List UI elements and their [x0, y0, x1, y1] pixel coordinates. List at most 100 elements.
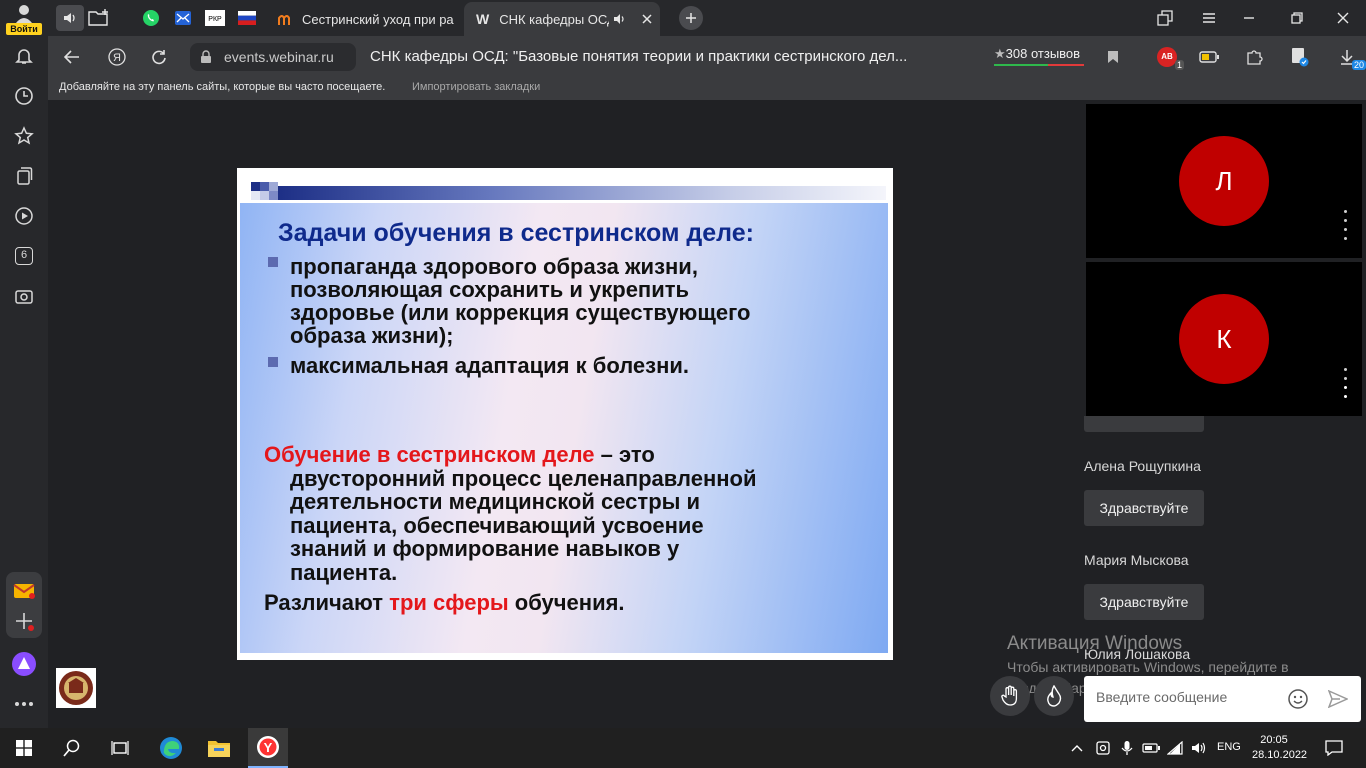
tray-microphone-button[interactable] [1116, 734, 1138, 762]
pinned-tab-ru[interactable] [236, 7, 258, 29]
rating-bar [994, 64, 1084, 66]
import-bookmarks-link[interactable]: Импортировать закладки [412, 81, 540, 93]
raise-hand-button[interactable] [990, 676, 1030, 716]
tray-camera-button[interactable] [1092, 734, 1114, 762]
history-button[interactable] [8, 80, 40, 112]
reviews-link[interactable]: ★308 отзывов [994, 46, 1084, 66]
search-icon [63, 739, 80, 757]
url-text: events.webinar.ru [224, 49, 334, 65]
minimize-button[interactable] [1238, 7, 1260, 29]
address-bar[interactable]: events.webinar.ru [190, 43, 356, 71]
russia-flag-icon [238, 11, 256, 25]
bullet-marker [268, 357, 278, 367]
more-button[interactable] [8, 688, 40, 720]
video-button[interactable] [8, 200, 40, 232]
site-favicon-icon [278, 15, 290, 25]
clock-date: 28.10.2022 [1252, 749, 1308, 761]
pinned-tab-mail[interactable] [172, 7, 194, 29]
send-icon[interactable] [1328, 690, 1348, 708]
tray-volume-button[interactable] [1188, 734, 1210, 762]
emoji-icon[interactable] [1287, 688, 1309, 710]
login-label: Войти [6, 23, 42, 35]
alice-button[interactable] [8, 648, 40, 680]
participant-avatar: К [1179, 294, 1269, 384]
reactions-button[interactable] [1034, 676, 1074, 716]
system-clock[interactable]: 20:05 28.10.2022 [1252, 733, 1308, 763]
activation-watermark-title: Активация Windows [1007, 633, 1183, 654]
tabs-stack-icon [1157, 10, 1173, 26]
speaker-icon [64, 13, 75, 23]
chat-message: Здравствуйте [1084, 490, 1204, 526]
bullet-2: максимальная адаптация к болезни. [290, 353, 690, 378]
definition-line-5: знаний и формирование навыков у [290, 536, 680, 561]
input-language[interactable]: ENG [1217, 741, 1241, 753]
yandex-browser-taskbar-icon[interactable]: Y [248, 728, 288, 768]
lock-icon [201, 50, 211, 63]
menu-button[interactable] [1198, 7, 1220, 29]
battery-icon [1199, 51, 1219, 63]
extensions-button[interactable] [1242, 44, 1268, 70]
tabs-list-button[interactable] [1154, 7, 1176, 29]
folder-icon [208, 741, 230, 757]
adblock-extension[interactable]: AB 1 [1152, 44, 1184, 70]
participant-avatar: Л [1179, 136, 1269, 226]
tab-speaker-icon[interactable] [613, 13, 627, 25]
new-tab-group-button[interactable] [88, 7, 110, 29]
bookmarks-button[interactable] [8, 120, 40, 152]
bullet-marker [268, 257, 278, 267]
add-app-icon[interactable] [13, 610, 35, 632]
edge-taskbar-icon[interactable] [157, 734, 185, 762]
clock-time: 20:05 [1260, 734, 1288, 746]
decor-square [269, 182, 278, 191]
yandex-home-button[interactable]: Я [104, 44, 130, 70]
pinned-tab-rkp[interactable]: РКР [204, 7, 226, 29]
tabs-counter-button[interactable]: 6 [8, 240, 40, 272]
tile-menu-icon[interactable] [1344, 210, 1350, 246]
pinned-tab-whatsapp[interactable] [140, 7, 162, 29]
explorer-taskbar-icon[interactable] [205, 734, 233, 762]
close-window-button[interactable] [1332, 7, 1354, 29]
show-hidden-icons-button[interactable] [1066, 734, 1088, 762]
bookmark-page-button[interactable] [1100, 44, 1126, 70]
webinar-favicon-icon: W [476, 11, 490, 27]
tab-nursing-care[interactable]: Сестринский уход при ра [268, 2, 454, 36]
security-extension-button[interactable] [1286, 44, 1312, 70]
star-icon [14, 126, 34, 145]
adblock-count: 1 [1174, 60, 1184, 70]
tab-title: СНК кафедры ОСД: [499, 11, 610, 27]
chat-message-input[interactable] [1096, 689, 1286, 705]
close-tab-icon[interactable] [641, 13, 653, 25]
reload-button[interactable] [146, 44, 172, 70]
back-button[interactable] [59, 44, 85, 70]
collections-button[interactable] [8, 160, 40, 192]
definition-line-3: деятельности медицинской сестры и [290, 489, 701, 514]
chevron-up-icon [1071, 745, 1083, 752]
task-view-button[interactable] [106, 734, 134, 762]
search-button[interactable] [58, 734, 86, 762]
chat-input-box [1084, 676, 1361, 722]
tab-strip: РКР Сестринский уход при ра W СНК кафедр… [48, 0, 1366, 36]
start-button[interactable] [10, 734, 38, 762]
wifi-icon [1167, 741, 1183, 755]
tile-menu-icon[interactable] [1344, 368, 1350, 404]
new-tab-button[interactable] [679, 6, 703, 30]
notifications-button[interactable] [8, 40, 40, 72]
tab-audio-toggle[interactable] [56, 5, 84, 31]
definition-line-2: двусторонний процесс целенаправленной [290, 466, 757, 491]
downloads-button[interactable]: 20 [1332, 44, 1366, 70]
notification-center-button[interactable] [1320, 734, 1348, 762]
spheres-highlight: три сферы [389, 590, 509, 615]
folder-plus-icon [88, 9, 108, 26]
tray-wifi-button[interactable] [1164, 734, 1186, 762]
screenshot-button[interactable] [8, 280, 40, 312]
video-tile-1[interactable]: Л [1086, 104, 1362, 258]
mail-icon[interactable] [13, 582, 35, 600]
tab-snk-active[interactable]: W СНК кафедры ОСД: [464, 2, 660, 36]
tray-battery-button[interactable] [1140, 734, 1162, 762]
slide-background: Задачи обучения в сестринском деле: проп… [240, 173, 888, 653]
login-button[interactable]: Войти [6, 3, 42, 35]
hamburger-icon [1203, 13, 1215, 23]
restore-button[interactable] [1286, 7, 1308, 29]
battery-saver-button[interactable] [1196, 44, 1222, 70]
video-tile-2[interactable]: К [1086, 262, 1362, 416]
